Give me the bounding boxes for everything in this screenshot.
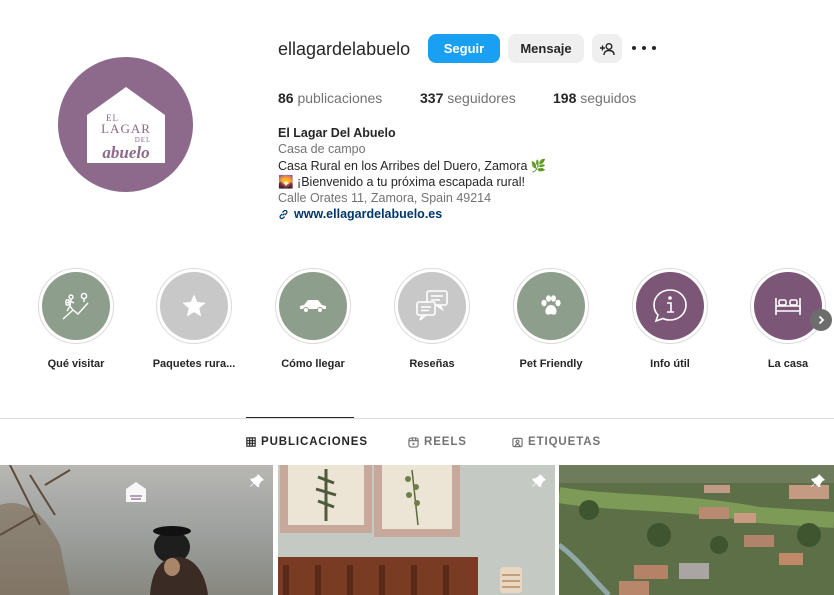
bio-line-2: 🌄 ¡Bienvenido a tu próxima escapada rura… bbox=[278, 174, 525, 189]
pinned-icon bbox=[811, 474, 825, 487]
paw-icon bbox=[541, 295, 561, 315]
followers-count-label: seguidores bbox=[447, 90, 516, 106]
highlight-pet-friendly[interactable]: Pet Friendly bbox=[501, 268, 601, 370]
profile-username: ellagardelabuelo bbox=[278, 39, 411, 59]
highlight-label: Qué visitar bbox=[47, 358, 105, 370]
chevron-right-icon bbox=[818, 315, 825, 325]
profile-display-name: El Lagar Del Abuelo bbox=[278, 126, 396, 140]
following-count-value: 198 bbox=[553, 90, 577, 106]
posts-count-label: publicaciones bbox=[297, 90, 383, 106]
profile-category: Casa de campo bbox=[278, 142, 366, 157]
bed-icon bbox=[775, 298, 801, 315]
post-thumbnail[interactable] bbox=[0, 465, 273, 595]
car-icon bbox=[300, 300, 326, 313]
post-image bbox=[278, 465, 555, 595]
reels-icon bbox=[408, 436, 419, 448]
profile-bio: El Lagar Del Abuelo Casa de campo Casa R… bbox=[278, 125, 546, 223]
pinned-icon bbox=[250, 474, 264, 487]
chat-bubbles-icon bbox=[416, 290, 448, 321]
lagar-logo: EL LAGAR DEL abuelo bbox=[86, 86, 165, 163]
followers-count-value: 337 bbox=[420, 90, 444, 106]
grid-icon bbox=[246, 437, 256, 447]
posts-count-value: 86 bbox=[278, 90, 294, 106]
tab-label: ETIQUETAS bbox=[528, 436, 602, 448]
tab-etiquetas[interactable]: ETIQUETAS bbox=[512, 436, 601, 448]
highlights-next-button[interactable] bbox=[810, 309, 832, 331]
pinned-icon bbox=[532, 474, 546, 487]
post-thumbnail[interactable] bbox=[278, 465, 555, 595]
following-count-label: seguidos bbox=[580, 90, 637, 106]
followers-count[interactable]: 337 seguidores bbox=[420, 90, 516, 106]
profile-website-link[interactable]: www.ellagardelabuelo.es bbox=[278, 206, 546, 222]
profile-address[interactable]: Calle Orates 11, Zamora, Spain 49214 bbox=[278, 190, 546, 206]
person-add-icon bbox=[600, 42, 615, 55]
message-button[interactable]: Mensaje bbox=[508, 34, 584, 63]
highlight-info-util[interactable]: Info útil bbox=[620, 268, 720, 370]
highlight-como-llegar[interactable]: Cómo llegar bbox=[263, 268, 363, 370]
active-tab-indicator bbox=[246, 417, 354, 418]
hiker-icon bbox=[62, 292, 89, 320]
highlight-resenas[interactable]: Reseñas bbox=[382, 268, 482, 370]
highlight-label: Cómo llegar bbox=[281, 358, 345, 370]
website-text: www.ellagardelabuelo.es bbox=[294, 207, 443, 222]
highlight-label: Reseñas bbox=[409, 358, 455, 370]
logo-text-abuelo: abuelo bbox=[102, 143, 149, 162]
suggest-accounts-button[interactable] bbox=[592, 34, 622, 63]
post-thumbnail[interactable] bbox=[559, 465, 834, 595]
star-icon bbox=[182, 294, 206, 317]
profile-avatar[interactable]: EL LAGAR DEL abuelo bbox=[58, 57, 193, 192]
post-logo-watermark bbox=[126, 482, 146, 502]
bio-line-1: Casa Rural en los Arribes del Duero, Zam… bbox=[278, 158, 547, 173]
more-options-icon[interactable] bbox=[632, 38, 656, 58]
info-icon bbox=[653, 289, 687, 323]
highlight-label: La casa bbox=[767, 358, 809, 370]
follow-button[interactable]: Seguir bbox=[428, 34, 500, 63]
posts-count: 86 publicaciones bbox=[278, 90, 382, 106]
following-count[interactable]: 198 seguidos bbox=[553, 90, 636, 106]
link-icon bbox=[279, 209, 288, 220]
logo-text-lagar: LAGAR bbox=[101, 121, 151, 136]
tab-reels[interactable]: REELS bbox=[408, 436, 467, 448]
highlight-label: Info útil bbox=[650, 358, 690, 370]
highlight-label: Pet Friendly bbox=[519, 358, 583, 370]
highlight-label: Paquetes rura... bbox=[152, 358, 236, 370]
highlight-paquetes[interactable]: Paquetes rura... bbox=[144, 268, 244, 370]
tagged-icon bbox=[512, 437, 523, 447]
tab-publicaciones[interactable]: PUBLICACIONES bbox=[246, 436, 368, 448]
tab-label: PUBLICACIONES bbox=[261, 436, 368, 448]
highlight-que-visitar[interactable]: Qué visitar bbox=[26, 268, 126, 370]
post-image bbox=[559, 465, 834, 595]
tab-label: REELS bbox=[424, 436, 467, 448]
tabs-divider bbox=[0, 418, 834, 419]
